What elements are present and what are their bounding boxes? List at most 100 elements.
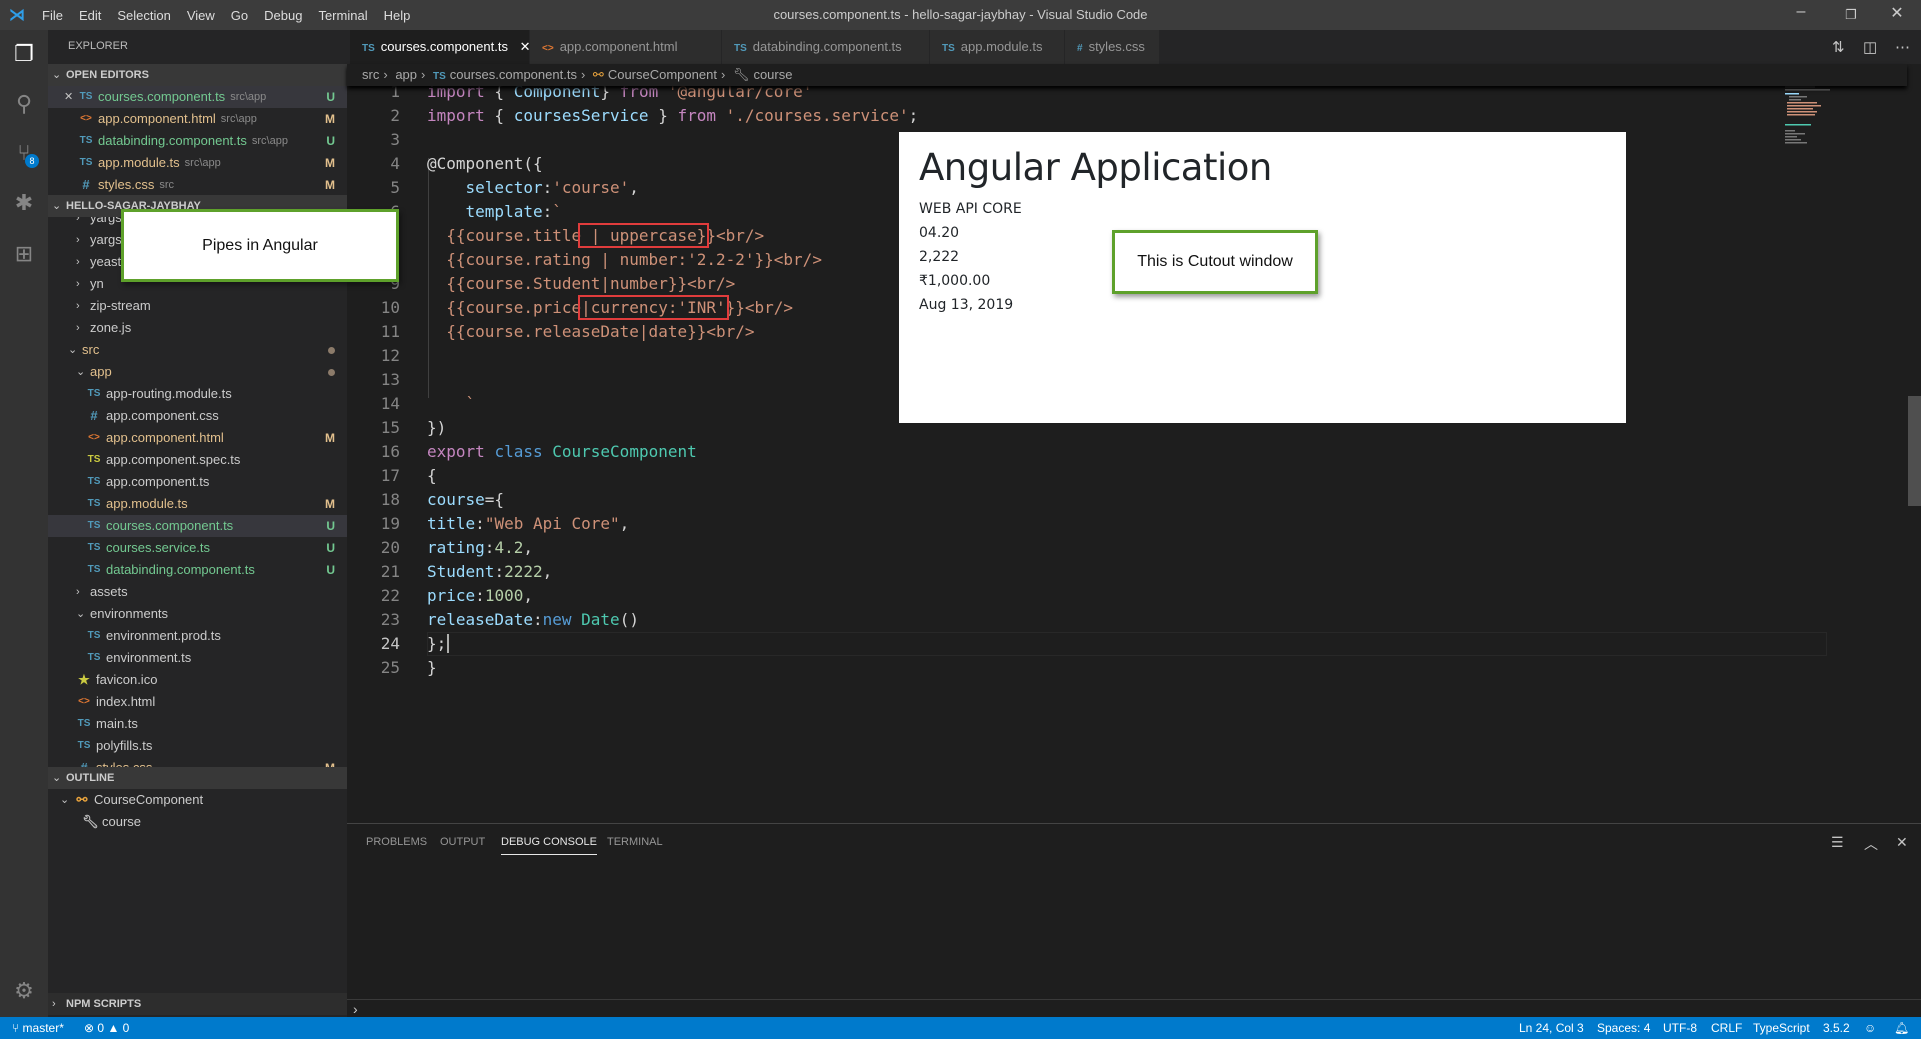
current-line-highlight [427,632,1827,656]
folder-item[interactable]: › assets [48,581,347,603]
menu-view[interactable]: View [179,8,223,23]
outline-header[interactable]: ⌄ OUTLINE [48,767,347,789]
git-status-badge: M [325,178,335,192]
file-item[interactable]: TS app.module.ts M [48,493,347,515]
tab-label: databinding.component.ts [752,39,902,54]
gear-icon[interactable]: ⚙ [0,971,48,1011]
menu-terminal[interactable]: Terminal [310,8,375,23]
compare-changes-icon[interactable]: ⇅ [1832,38,1845,56]
indentation[interactable]: Spaces: 4 [1597,1017,1650,1039]
scrollbar-thumb[interactable] [1908,396,1921,506]
tab-app-component-html[interactable]: <> app.component.html [530,30,722,64]
file-item[interactable]: TS app-routing.module.ts [48,383,347,405]
folder-item[interactable]: ⌄ environments [48,603,347,625]
file-item[interactable]: TS courses.service.ts U [48,537,347,559]
open-editors-header[interactable]: ⌄ OPEN EDITORS [48,64,347,86]
highlighted-pipe: |currency:'INR' [578,295,729,320]
code-token: '@angular/core' [667,86,813,101]
encoding[interactable]: UTF-8 [1663,1017,1697,1039]
search-icon[interactable]: ⚲ [0,84,48,124]
file-item[interactable]: TS main.ts [48,713,347,735]
code-line: {{course.title | uppercase}}<br/> [427,223,764,248]
npm-scripts-header[interactable]: › NPM SCRIPTS [48,993,347,1015]
file-item[interactable]: TS courses.component.ts U [48,515,347,537]
code-token: ={ [484,490,505,509]
tab-app-module-ts[interactable]: TS app.module.ts [930,30,1065,64]
breadcrumb-member[interactable]: course [753,67,792,82]
extensions-icon[interactable]: ⊞ [0,234,48,274]
menu-file[interactable]: File [34,8,71,23]
breadcrumb-class[interactable]: CourseComponent [608,67,717,82]
file-item[interactable]: <> index.html [48,691,347,713]
code-token: {{course.rating | number:'2.2-2'}}<br/> [427,250,822,269]
breadcrumb-src[interactable]: src [362,67,379,82]
tab-databinding-component-ts[interactable]: TS databinding.component.ts [722,30,930,64]
menu-debug[interactable]: Debug [256,8,310,23]
bell-icon[interactable]: 🔔︎ [1894,1017,1909,1039]
folder-item[interactable]: ⌄ app [48,361,347,383]
problems-indicator[interactable]: ⊗ 0 ▲ 0 [84,1017,129,1039]
minimap[interactable] [1785,86,1875,146]
tab-debug-console[interactable]: DEBUG CONSOLE [501,836,597,855]
file-item[interactable]: TS app.component.spec.ts [48,449,347,471]
debug-icon[interactable]: ✱ [0,183,48,223]
close-icon[interactable]: ✕ [64,86,78,108]
folder-item[interactable]: ⌄ src [48,339,347,361]
line-number: 23 [380,610,400,629]
open-editor-item[interactable]: ✕ TS courses.component.ts src\app U [48,86,347,108]
close-window-icon[interactable]: ✕ [1877,3,1917,23]
explorer-icon[interactable]: ❐ [0,34,48,74]
tab-problems[interactable]: PROBLEMS [366,836,427,854]
folder-item[interactable]: › zone.js [48,317,347,339]
tab-output[interactable]: OUTPUT [440,836,485,854]
debug-console-input[interactable]: › [347,999,1921,1018]
code-line: selector:'course', [427,176,639,200]
open-editor-item[interactable]: <> app.component.html src\app M [48,108,347,130]
file-item[interactable]: TS app.component.ts [48,471,347,493]
clear-console-icon[interactable]: ☰ [1831,834,1844,851]
cursor-position[interactable]: Ln 24, Col 3 [1519,1017,1584,1039]
outline-item[interactable]: 🔧︎ course [48,811,347,833]
file-item[interactable]: TS environment.ts [48,647,347,669]
menu-help[interactable]: Help [376,8,419,23]
menu-go[interactable]: Go [223,8,256,23]
tab-courses-component-ts[interactable]: TS courses.component.ts ✕ [350,30,530,64]
restore-icon[interactable]: ❐ [1831,7,1871,23]
folder-item[interactable]: › zip-stream [48,295,347,317]
menu-selection[interactable]: Selection [109,8,178,23]
file-item[interactable]: TS databinding.component.ts U [48,559,347,581]
open-editor-item[interactable]: TS databinding.component.ts src\app U [48,130,347,152]
maximize-panel-icon[interactable]: ︿ [1864,834,1878,854]
breadcrumb-file[interactable]: courses.component.ts [450,67,577,82]
ts-version[interactable]: 3.5.2 [1823,1017,1850,1039]
tab-terminal[interactable]: TERMINAL [607,836,663,854]
tab-styles-css[interactable]: # styles.css [1065,30,1160,64]
line-ending[interactable]: CRLF [1711,1017,1742,1039]
outline-item[interactable]: ⌄ ⚯ CourseComponent [48,789,347,811]
open-editor-item[interactable]: TS app.module.ts src\app M [48,152,347,174]
chevron-down-icon: ⌄ [52,200,62,212]
feedback-smiley-icon[interactable]: ☺ [1864,1017,1876,1039]
file-item[interactable]: <> app.component.html M [48,427,347,449]
open-editor-item[interactable]: # styles.css src M [48,174,347,196]
file-item[interactable]: TS polyfills.ts [48,735,347,757]
split-editor-icon[interactable]: ◫ [1863,38,1877,56]
branch-indicator[interactable]: ⑂ master* [12,1017,64,1039]
line-number: 5 [390,178,400,197]
close-panel-icon[interactable]: ✕ [1896,834,1908,851]
git-status-badge: M [325,431,335,445]
close-tab-icon[interactable]: ✕ [516,39,531,54]
file-item[interactable]: # app.component.css [48,405,347,427]
menu-edit[interactable]: Edit [71,8,109,23]
source-control-icon[interactable]: ⑂ 8 [0,133,48,173]
file-item[interactable]: # styles.css M [48,757,347,767]
editor-scrollbar[interactable] [1908,86,1921,823]
breadcrumb-app[interactable]: app [395,67,417,82]
minimize-icon[interactable]: – [1781,3,1821,21]
more-actions-icon[interactable]: ⋯ [1895,38,1910,56]
language-mode[interactable]: TypeScript [1753,1017,1810,1039]
code-token: template [465,202,543,221]
file-item[interactable]: ★ favicon.ico [48,669,347,691]
file-item[interactable]: TS environment.prod.ts [48,625,347,647]
item-name: environments [90,606,169,621]
